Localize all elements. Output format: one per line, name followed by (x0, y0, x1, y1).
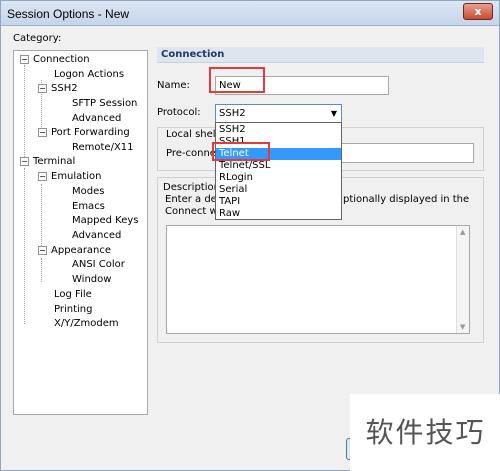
tree-item-label: Printing (54, 304, 93, 315)
protocol-dropdown-list[interactable]: SSH2 SSH1 Telnet Telnet/SSL RLogin Seria… (215, 122, 342, 220)
tree-item-emulation-advanced[interactable]: Advanced (72, 229, 121, 243)
description-scrollbar[interactable]: ▲ ▼ (456, 226, 469, 333)
tree-item-emulation[interactable]: − Emulation (38, 170, 101, 184)
annotation-box-name (209, 67, 265, 93)
category-tree[interactable]: − Connection Logon Actions − SSH2 SFTP Ses… (13, 50, 148, 415)
category-label: Category: (13, 33, 62, 44)
tree-item-ssh2[interactable]: − SSH2 (38, 82, 78, 96)
name-label: Name: (157, 80, 190, 91)
collapse-icon[interactable]: − (20, 54, 29, 64)
tree-item-logon-actions[interactable]: Logon Actions (54, 68, 124, 82)
tree-item-sftp-session[interactable]: SFTP Session (72, 97, 137, 111)
tree-item-label: Logon Actions (54, 69, 125, 80)
protocol-option-serial[interactable]: Serial (216, 184, 341, 196)
description-text-line2: Connect wi (165, 206, 221, 217)
watermark: 软件技巧 (350, 394, 500, 471)
tree-item-label: SSH2 (51, 83, 78, 94)
chevron-down-icon[interactable]: ▼ (331, 105, 337, 122)
tree-item-window[interactable]: Window (72, 273, 111, 287)
tree-item-label: Remote/X11 (72, 142, 134, 153)
protocol-option-tapi[interactable]: TAPI (216, 196, 341, 208)
preconnect-input[interactable] (341, 143, 474, 163)
scroll-down-icon[interactable]: ▼ (460, 323, 465, 331)
collapse-icon[interactable]: − (38, 171, 47, 181)
protocol-option-ssh2[interactable]: SSH2 (216, 124, 341, 136)
tree-item-ansi-color[interactable]: ANSI Color (72, 258, 125, 272)
tree-item-emacs[interactable]: Emacs (72, 200, 105, 214)
description-text-start: Enter a des (165, 194, 223, 205)
tree-item-label: Appearance (51, 245, 112, 256)
tree-item-label: Terminal (33, 156, 76, 167)
tree-item-modes[interactable]: Modes (72, 185, 104, 199)
tree-item-appearance[interactable]: − Appearance (38, 244, 111, 258)
tree-item-label: Advanced (72, 113, 122, 124)
tree-item-xyzmodem[interactable]: X/Y/Zmodem (54, 317, 119, 331)
preconnect-label: Pre-conne (166, 148, 216, 159)
description-text-end: ptionally displayed in the (343, 194, 470, 205)
tree-item-terminal[interactable]: − Terminal (20, 155, 75, 169)
tree-item-label: X/Y/Zmodem (54, 318, 119, 329)
tree-item-label: ANSI Color (72, 259, 125, 270)
collapse-icon[interactable]: − (38, 83, 47, 93)
title-bar: Session Options - New x (1, 1, 499, 26)
scroll-up-icon[interactable]: ▲ (460, 228, 465, 236)
panel-header: Connection (157, 47, 484, 63)
tree-item-label: Connection (33, 54, 90, 65)
session-options-window: Session Options - New x Category: − Conne… (0, 0, 500, 471)
protocol-option-raw[interactable]: Raw (216, 208, 341, 220)
tree-item-label: Emacs (72, 201, 105, 212)
tree-item-label: Mapped Keys (72, 215, 139, 226)
protocol-selected-value: SSH2 (219, 108, 246, 119)
tree-item-label: SFTP Session (72, 98, 138, 109)
collapse-icon[interactable]: − (38, 127, 47, 137)
protocol-option-rlogin[interactable]: RLogin (216, 172, 341, 184)
collapse-icon[interactable]: − (38, 245, 47, 255)
annotation-box-telnet (212, 142, 270, 161)
tree-item-label: Window (72, 274, 112, 285)
protocol-select[interactable]: SSH2 ▼ (215, 104, 342, 123)
description-textarea[interactable]: ▲ ▼ (166, 225, 470, 334)
tree-item-connection[interactable]: − Connection (20, 53, 90, 67)
window-title: Session Options - New (7, 7, 130, 21)
tree-item-label: Emulation (51, 171, 102, 182)
tree-item-mapped-keys[interactable]: Mapped Keys (72, 214, 138, 228)
tree-item-remote-x11[interactable]: Remote/X11 (72, 141, 134, 155)
protocol-option-telnet-ssl[interactable]: Telnet/SSL (216, 160, 341, 172)
tree-item-label: Port Forwarding (51, 127, 130, 138)
tree-item-printing[interactable]: Printing (54, 303, 92, 317)
close-button[interactable]: x (463, 3, 493, 20)
tree-item-ssh2-advanced[interactable]: Advanced (72, 112, 121, 126)
tree-item-label: Modes (72, 186, 105, 197)
protocol-label: Protocol: (157, 107, 201, 118)
tree-item-port-forwarding[interactable]: − Port Forwarding (38, 126, 130, 140)
tree-item-label: Log File (54, 289, 92, 300)
tree-item-log-file[interactable]: Log File (54, 288, 92, 302)
description-title: Description (163, 182, 220, 193)
collapse-icon[interactable]: − (20, 156, 29, 166)
tree-item-label: Advanced (72, 230, 122, 241)
